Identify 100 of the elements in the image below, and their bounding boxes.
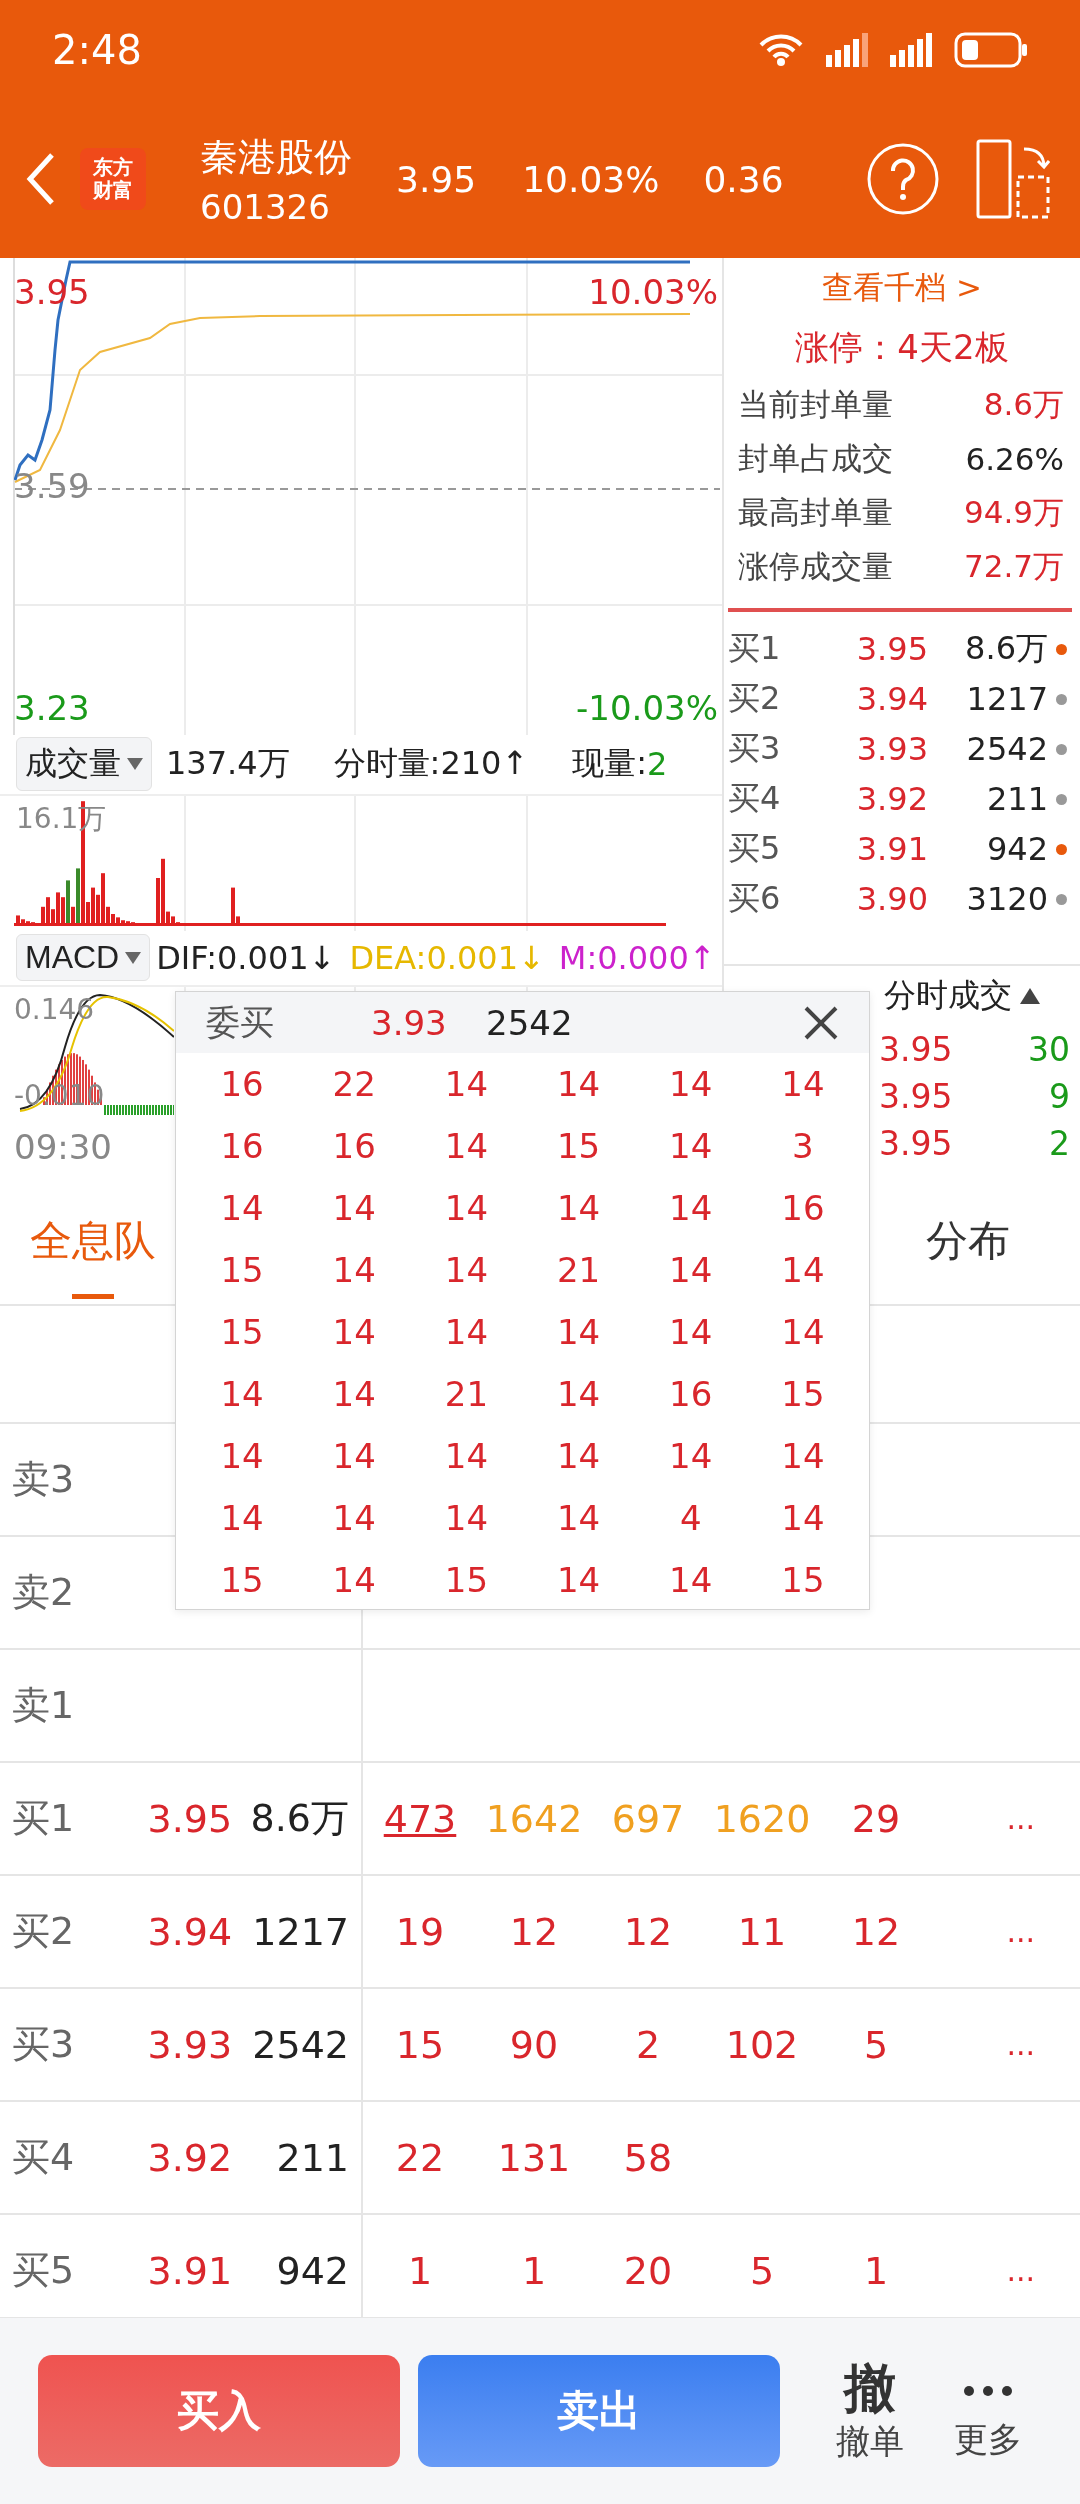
order-size[interactable]: 12	[477, 1909, 591, 1954]
order-size: 16	[219, 1126, 265, 1166]
caret-icon	[125, 951, 142, 964]
order-size[interactable]: 131	[477, 2135, 591, 2180]
level-label: 买3	[11, 2021, 76, 2068]
bid-volume: 1217	[965, 680, 1048, 718]
stat-label: 涨停成交量	[738, 547, 893, 586]
order-size[interactable]: 1	[363, 2248, 477, 2293]
close-icon[interactable]	[803, 1004, 839, 1041]
more-orders[interactable]: ...	[1006, 2253, 1035, 2288]
level-volume: 8.6万	[249, 1795, 350, 1842]
order-size[interactable]: 58	[591, 2135, 705, 2180]
order-size: 14	[443, 1498, 490, 1538]
bid-price: 3.92	[855, 780, 928, 818]
order-size: 14	[443, 1064, 490, 1104]
order-size[interactable]: 12	[819, 1909, 933, 1954]
order-size: 14	[555, 1374, 602, 1414]
time-label: 09:30	[14, 1127, 112, 1168]
order-size: 21	[555, 1250, 602, 1290]
order-size: 14	[331, 1560, 377, 1600]
order-size: 14	[555, 1436, 602, 1476]
axis-label: 3.59	[14, 466, 90, 506]
level-label: 买1	[11, 1795, 76, 1842]
order-size: 14	[331, 1188, 377, 1228]
stock-code: 601326	[200, 186, 331, 227]
order-size[interactable]: 90	[477, 2022, 591, 2067]
order-size: 15	[219, 1250, 265, 1290]
order-size: 14	[668, 1126, 714, 1166]
order-size: 14	[443, 1250, 490, 1290]
order-size[interactable]: 20	[591, 2248, 705, 2293]
stat-value: 6.26%	[965, 441, 1064, 477]
cancel-order-button[interactable]: 撤 撤单	[836, 2356, 904, 2466]
order-size[interactable]: 5	[705, 2248, 819, 2293]
signal-icon	[890, 33, 932, 67]
order-size: 14	[780, 1312, 826, 1352]
stock-name: 秦港股份	[200, 133, 352, 181]
order-size: 15	[780, 1374, 826, 1414]
bid-level: 买3	[728, 728, 782, 769]
order-size[interactable]: 1	[819, 2248, 933, 2293]
level-label: 买4	[11, 2134, 76, 2181]
trades-title: 分时成交	[884, 975, 1012, 1016]
axis-label: 3.23	[14, 687, 90, 728]
indicator-dropdown[interactable]: MACD	[16, 934, 151, 982]
stat-value: 94.9万	[963, 493, 1064, 532]
bid-volume: 8.6万	[964, 628, 1048, 669]
more-orders[interactable]: ...	[1006, 1914, 1035, 1949]
order-size: 14	[219, 1374, 265, 1414]
order-size[interactable]: 12	[591, 1909, 705, 1954]
more-button[interactable]: 更多	[954, 2359, 1022, 2463]
tab[interactable]: 分布	[926, 1212, 1010, 1299]
order-size: 14	[668, 1312, 714, 1352]
bid-level: 买6	[728, 878, 782, 919]
indicator-dropdown[interactable]: 成交量	[16, 736, 152, 791]
screen-switch-icon[interactable]	[976, 139, 1050, 219]
level-label: 卖3	[11, 1456, 76, 1503]
current-volume-label: 现量:	[572, 742, 648, 784]
order-size: 22	[331, 1064, 377, 1104]
buy-button[interactable]: 买入	[38, 2355, 400, 2467]
order-size[interactable]: 22	[363, 2135, 477, 2180]
order-size: 14	[443, 1188, 490, 1228]
order-size[interactable]: 19	[363, 1909, 477, 1954]
order-size: 21	[443, 1374, 490, 1414]
popup-volume: 2542	[486, 1002, 573, 1043]
dif-value: DIF:0.001↓	[156, 938, 336, 977]
order-size[interactable]: 29	[819, 1796, 933, 1841]
wifi-icon	[758, 33, 804, 67]
order-size[interactable]: 1	[477, 2248, 591, 2293]
sell-button[interactable]: 卖出	[418, 2355, 780, 2467]
order-size: 14	[555, 1064, 602, 1104]
order-size: 16	[219, 1064, 265, 1104]
level-label: 买2	[11, 1908, 76, 1955]
trade-price: 3.95	[879, 1124, 953, 1163]
axis-label: -10.03%	[576, 687, 718, 728]
help-icon[interactable]	[866, 142, 940, 216]
stat-value: 8.6万	[983, 385, 1064, 424]
order-size[interactable]: 2	[591, 2022, 705, 2067]
order-size: 14	[219, 1436, 265, 1476]
level-price: 3.93	[147, 2022, 232, 2067]
order-size[interactable]: 15	[363, 2022, 477, 2067]
order-size: 3	[791, 1126, 815, 1166]
more-orders[interactable]: ...	[1006, 2027, 1035, 2062]
stat-label: 当前封单量	[738, 385, 893, 424]
collapse-icon[interactable]	[1020, 988, 1040, 1004]
order-size[interactable]: 473	[363, 1796, 477, 1841]
order-size: 4	[678, 1498, 703, 1538]
order-size[interactable]: 5	[819, 2022, 933, 2067]
m-value: M:0.000↑	[558, 938, 716, 977]
order-size: 14	[780, 1064, 826, 1104]
level-label: 买5	[11, 2247, 76, 2294]
depth-link[interactable]: 查看千档 >	[822, 267, 982, 309]
order-size[interactable]: 11	[705, 1909, 819, 1954]
bid-level: 买5	[728, 828, 782, 869]
back-icon[interactable]	[24, 151, 56, 207]
axis-label: 10.03%	[588, 272, 718, 312]
stat-label: 封单占成交	[738, 439, 893, 478]
order-size: 14	[555, 1312, 602, 1352]
more-orders[interactable]: ...	[1006, 1801, 1035, 1836]
order-size[interactable]: 102	[705, 2022, 819, 2067]
level-price: 3.94	[147, 1909, 232, 1954]
more-icon	[963, 2385, 1013, 2397]
